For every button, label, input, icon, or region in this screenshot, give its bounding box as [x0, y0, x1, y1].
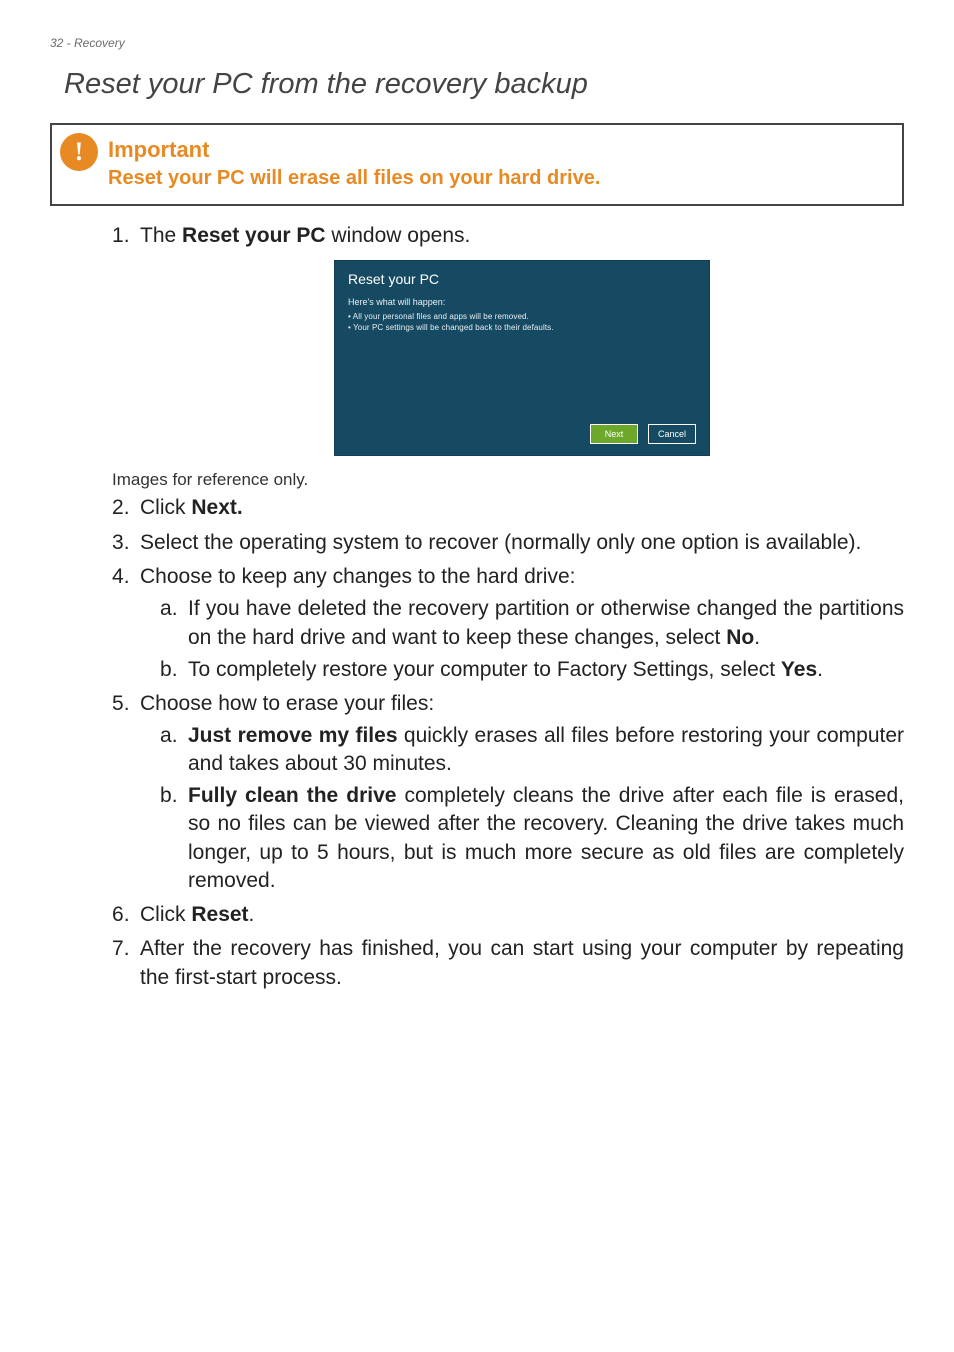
- screenshot-container: Reset your PC Here's what will happen: •…: [140, 260, 904, 456]
- step-4-text: Choose to keep any changes to the hard d…: [140, 565, 575, 588]
- alert-icon-glyph: !: [75, 139, 84, 165]
- step-6: Click Reset.: [112, 901, 904, 929]
- step-1-bold: Reset your PC: [182, 224, 326, 247]
- steps-list: The Reset your PC window opens. Reset yo…: [112, 222, 904, 456]
- step-5b: Fully clean the drive completely cleans …: [160, 782, 904, 895]
- step-6-text-a: Click: [140, 903, 191, 926]
- steps-list-cont: Click Next. Select the operating system …: [112, 494, 904, 992]
- reference-note: Images for reference only.: [112, 470, 904, 490]
- step-4a: If you have deleted the recovery partiti…: [160, 595, 904, 651]
- callout-heading: Important: [108, 137, 884, 163]
- cancel-button[interactable]: Cancel: [648, 424, 696, 444]
- step-1-text-c: window opens.: [326, 224, 471, 247]
- reset-pc-dialog: Reset your PC Here's what will happen: •…: [334, 260, 710, 456]
- dialog-title: Reset your PC: [348, 270, 439, 289]
- step-4b-text-c: .: [817, 658, 823, 681]
- page-title: Reset your PC from the recovery backup: [64, 68, 904, 101]
- step-4: Choose to keep any changes to the hard d…: [112, 563, 904, 684]
- step-7: After the recovery has finished, you can…: [112, 935, 904, 992]
- step-2: Click Next.: [112, 494, 904, 522]
- step-4b: To completely restore your computer to F…: [160, 656, 904, 684]
- page-indicator: 32 - Recovery: [50, 36, 904, 50]
- step-4a-bold: No: [726, 626, 754, 649]
- step-6-text-c: .: [249, 903, 255, 926]
- next-button[interactable]: Next: [590, 424, 638, 444]
- step-6-bold: Reset: [191, 903, 248, 926]
- step-5a: Just remove my files quickly erases all …: [160, 722, 904, 778]
- alert-icon: !: [60, 133, 98, 171]
- step-5: Choose how to erase your files: Just rem…: [112, 690, 904, 895]
- dialog-bullet-1: • All your personal files and apps will …: [348, 312, 529, 323]
- step-3: Select the operating system to recover (…: [112, 529, 904, 557]
- callout-body: Reset your PC will erase all files on yo…: [108, 167, 884, 190]
- step-4b-bold: Yes: [781, 658, 817, 681]
- step-2-text-a: Click: [140, 496, 191, 519]
- step-1-text-a: The: [140, 224, 182, 247]
- dialog-bullet-2: • Your PC settings will be changed back …: [348, 323, 554, 334]
- step-5-text: Choose how to erase your files:: [140, 692, 434, 715]
- important-callout: ! Important Reset your PC will erase all…: [50, 123, 904, 206]
- step-4-sublist: If you have deleted the recovery partiti…: [160, 595, 904, 683]
- step-5-sublist: Just remove my files quickly erases all …: [160, 722, 904, 895]
- step-5b-bold: Fully clean the drive: [188, 784, 396, 807]
- dialog-subtitle: Here's what will happen:: [348, 296, 445, 308]
- step-1: The Reset your PC window opens. Reset yo…: [112, 222, 904, 456]
- step-4b-text-a: To completely restore your computer to F…: [188, 658, 781, 681]
- step-4a-text-a: If you have deleted the recovery partiti…: [188, 597, 904, 648]
- step-5a-bold: Just remove my files: [188, 724, 398, 747]
- step-2-bold: Next.: [191, 496, 242, 519]
- step-4a-text-c: .: [754, 626, 760, 649]
